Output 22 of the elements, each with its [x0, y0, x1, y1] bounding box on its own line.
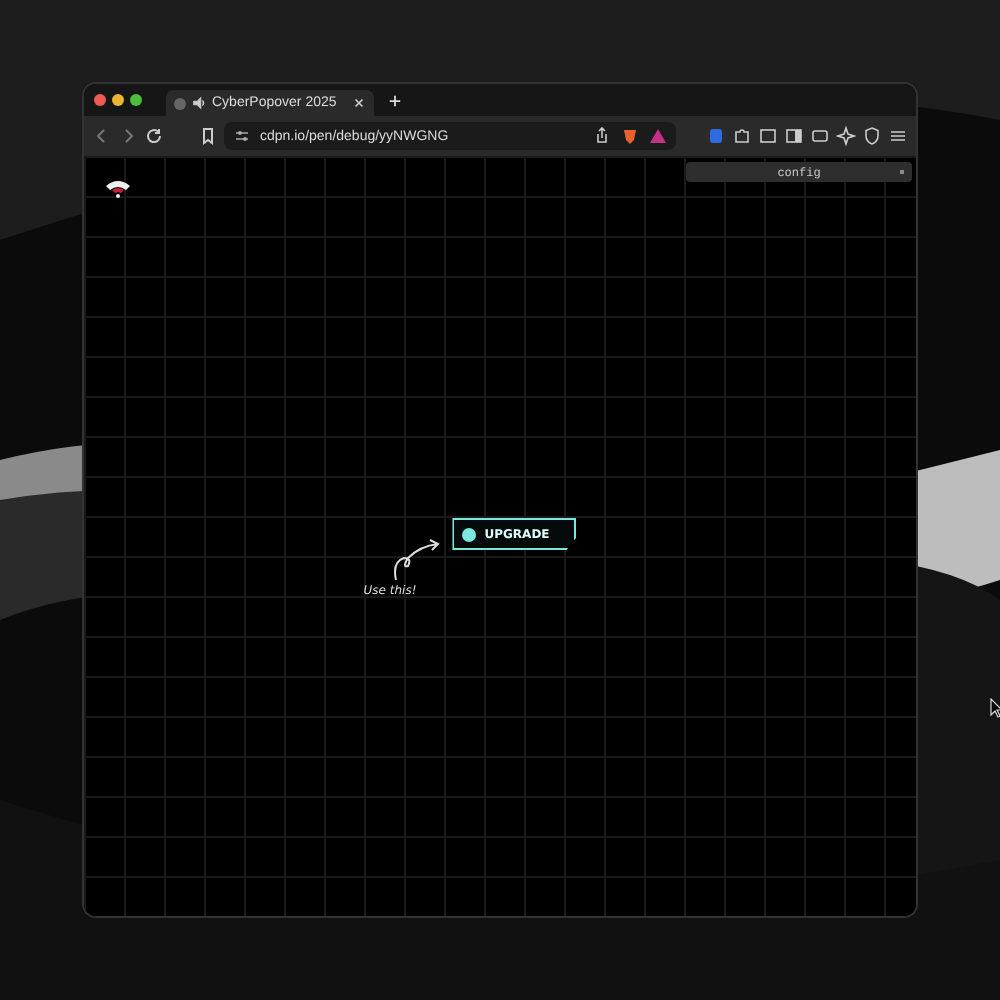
wallet-icon[interactable]: [810, 126, 830, 146]
bookmark-icon[interactable]: [198, 126, 218, 146]
sparkle-icon[interactable]: [836, 126, 856, 146]
triangle-icon[interactable]: [648, 126, 668, 146]
reload-icon[interactable]: [144, 126, 164, 146]
share-icon[interactable]: [592, 126, 612, 146]
close-icon[interactable]: [352, 96, 366, 110]
window-icon[interactable]: [758, 126, 778, 146]
curved-arrow-icon: [392, 538, 445, 582]
maximize-window-button[interactable]: [130, 94, 142, 106]
close-window-button[interactable]: [94, 94, 106, 106]
new-tab-icon[interactable]: [388, 93, 402, 107]
minimize-window-button[interactable]: [112, 94, 124, 106]
menu-icon[interactable]: [888, 126, 908, 146]
sidebar-icon[interactable]: [784, 126, 804, 146]
globe-icon: [174, 97, 186, 109]
wifi-logo-icon: [104, 178, 132, 198]
circle-icon: [462, 527, 477, 541]
shield-icon[interactable]: [862, 126, 882, 146]
speaker-icon: [192, 96, 206, 110]
cursor-icon: [990, 698, 1000, 718]
sliders-icon: [232, 126, 252, 146]
